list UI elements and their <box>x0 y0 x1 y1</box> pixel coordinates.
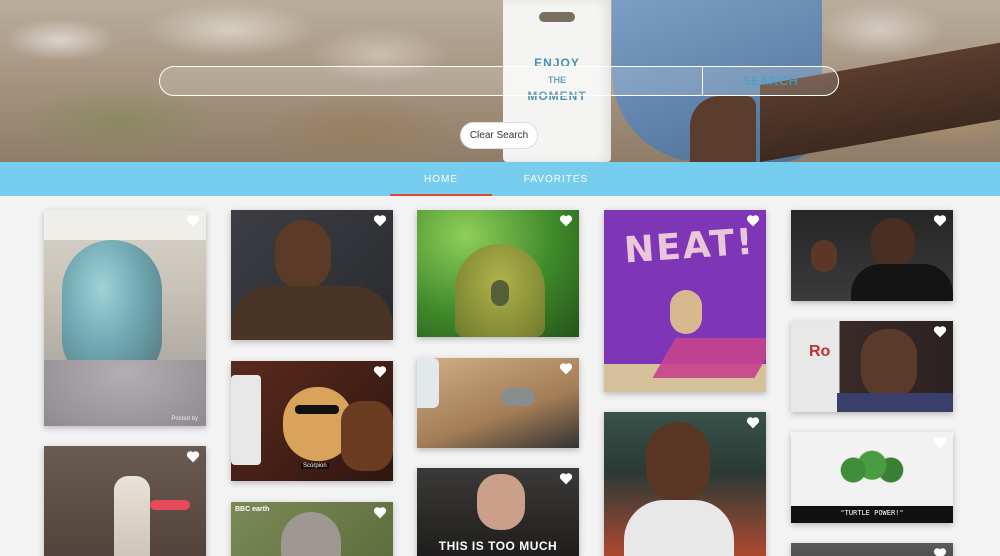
nav-bar: HOME FAVORITES <box>0 162 1000 196</box>
favorite-heart-icon[interactable] <box>746 416 760 429</box>
favorite-heart-icon[interactable] <box>373 506 387 519</box>
favorite-heart-icon[interactable] <box>746 214 760 227</box>
favorite-heart-icon[interactable] <box>933 547 947 556</box>
person-arm <box>690 96 756 162</box>
gif-card-man-jacket[interactable] <box>231 210 393 340</box>
gif-card-kakapo[interactable] <box>417 210 579 337</box>
red-logo-text: Ro <box>809 343 831 360</box>
favorite-heart-icon[interactable] <box>933 325 947 338</box>
gif-grid: Posted by Scorpion BBC earth THIS IS TOO… <box>0 196 1000 556</box>
tab-home[interactable]: HOME <box>390 162 492 196</box>
hero-banner: ENJOY THE MOMENT SEARCH Clear Search <box>0 0 1000 162</box>
gif-card-shocked-coach[interactable]: Ro <box>791 321 953 412</box>
favorite-heart-icon[interactable] <box>933 214 947 227</box>
gif-caption: THIS IS TOO MUCH <box>438 539 558 553</box>
clear-search-button[interactable]: Clear Search <box>460 122 538 149</box>
gif-card-magic-johnson[interactable] <box>791 210 953 301</box>
gif-card-partial[interactable] <box>791 543 953 556</box>
gif-caption: "TURTLE POWER!" <box>840 509 904 517</box>
favorite-heart-icon[interactable] <box>373 365 387 378</box>
favorite-heart-icon[interactable] <box>559 472 573 485</box>
gif-card-neat[interactable]: NEAT! <box>604 210 766 392</box>
gif-card-robot-desk[interactable] <box>417 358 579 448</box>
gif-card-warrior[interactable] <box>44 446 206 556</box>
search-input[interactable] <box>160 67 702 95</box>
favorite-heart-icon[interactable] <box>373 214 387 227</box>
search-bar: SEARCH <box>159 66 839 96</box>
gif-card-bbc-monkey[interactable]: BBC earth <box>231 502 393 556</box>
favorite-heart-icon[interactable] <box>186 450 200 463</box>
gif-watermark: Posted by <box>171 416 198 422</box>
tab-favorites[interactable]: FAVORITES <box>505 162 607 196</box>
gif-caption: Scorpion <box>301 463 329 469</box>
search-button[interactable]: SEARCH <box>702 67 838 95</box>
gif-neat-text: NEAT! <box>622 221 757 272</box>
favorite-heart-icon[interactable] <box>559 362 573 375</box>
gif-card-guitar-dog[interactable]: Scorpion <box>231 361 393 481</box>
favorite-heart-icon[interactable] <box>559 214 573 227</box>
bag-handle <box>539 12 575 22</box>
gif-card-too-much[interactable]: THIS IS TOO MUCH <box>417 468 579 556</box>
gif-card-smiling-player[interactable] <box>604 412 766 556</box>
favorite-heart-icon[interactable] <box>186 214 200 227</box>
bbc-earth-logo: BBC earth <box>235 506 270 513</box>
gif-card-turtle-power[interactable]: "TURTLE POWER!" <box>791 432 953 523</box>
favorite-heart-icon[interactable] <box>933 436 947 449</box>
gif-card-bird[interactable]: Posted by <box>44 210 206 426</box>
